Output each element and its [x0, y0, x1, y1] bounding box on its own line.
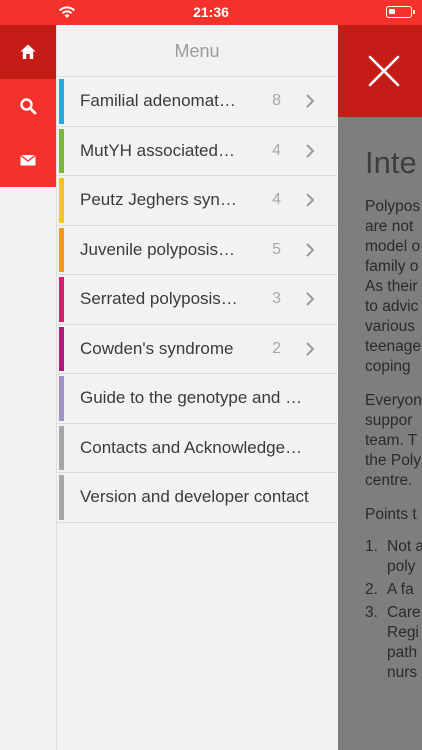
- menu-item[interactable]: Peutz Jeghers syn… 4: [57, 176, 337, 226]
- paragraph-line: Everyon: [365, 392, 422, 409]
- menu-item-count: 3: [272, 290, 281, 308]
- menu-item-color-stripe: [59, 277, 64, 322]
- content-panel: Inte Polypos are not model o family o As the…: [338, 25, 422, 750]
- menu-item-color-stripe: [59, 178, 64, 223]
- point-item: 3. Care Regi path nurs: [365, 603, 422, 683]
- paragraph-line: model o: [365, 238, 421, 255]
- menu-item-count: 5: [272, 240, 281, 258]
- paragraph-line: centre.: [365, 472, 413, 489]
- menu-item-color-stripe: [59, 128, 64, 173]
- menu-item-label: Cowden's syndrome: [80, 338, 234, 358]
- search-icon: [20, 98, 37, 115]
- chevron-right-icon: [306, 292, 315, 306]
- paragraph-line: the Poly: [365, 452, 422, 469]
- point-number: 3.: [365, 604, 378, 621]
- menu-item-color-stripe: [59, 376, 64, 421]
- home-button[interactable]: [0, 25, 56, 79]
- search-button[interactable]: [0, 79, 56, 133]
- paragraph-line: team. T: [365, 432, 418, 449]
- paragraph-line: teenage: [365, 338, 422, 355]
- content-header: [338, 25, 422, 117]
- point-number: 2.: [365, 581, 378, 598]
- paragraph-line: family o: [365, 258, 419, 275]
- chevron-right-icon: [306, 243, 315, 257]
- mail-button[interactable]: [0, 133, 56, 187]
- point-text: poly: [387, 558, 416, 575]
- menu-item-color-stripe: [59, 227, 64, 272]
- menu-item-label: Contacts and Acknowledge…: [80, 437, 303, 457]
- content-body: Inte Polypos are not model o family o As the…: [365, 145, 422, 686]
- paragraph-line: As their: [365, 278, 418, 295]
- menu-item[interactable]: MutYH associated… 4: [57, 127, 337, 176]
- menu-item-label: Juvenile polyposis…: [80, 239, 235, 259]
- menu-item-label: Familial adenomat…: [80, 91, 236, 111]
- close-icon[interactable]: [368, 55, 400, 87]
- home-icon: [20, 44, 36, 59]
- menu-item[interactable]: Juvenile polyposis… 5: [57, 226, 337, 275]
- menu-item-label: Version and developer contact: [80, 487, 309, 507]
- menu-item-count: 2: [272, 339, 281, 357]
- menu-item-color-stripe: [59, 425, 64, 470]
- menu-item[interactable]: Cowden's syndrome 2: [57, 325, 337, 374]
- content-paragraph-2: Everyon suppor team. T the Poly centre.: [365, 391, 422, 491]
- content-heading: Inte: [365, 145, 417, 180]
- menu-item[interactable]: Serrated polyposis… 3: [57, 275, 337, 325]
- menu-title: Menu: [57, 25, 337, 77]
- menu-item[interactable]: Guide to the genotype and …: [57, 374, 337, 424]
- point-text: Regi: [387, 624, 419, 641]
- menu-item-count: 4: [272, 191, 281, 209]
- menu-item-count: 8: [272, 92, 281, 110]
- paragraph-line: to advic: [365, 298, 419, 315]
- menu-item-count: 4: [272, 141, 281, 159]
- paragraph-line: are not: [365, 218, 414, 235]
- point-text: nurs: [387, 664, 418, 681]
- menu-item[interactable]: Contacts and Acknowledge…: [57, 424, 337, 473]
- menu-item-label: Guide to the genotype and …: [80, 388, 303, 408]
- point-item: 2. A fa: [365, 580, 422, 600]
- menu-item-color-stripe: [59, 475, 64, 520]
- menu-item[interactable]: Version and developer contact: [57, 473, 337, 523]
- point-number: 1.: [365, 538, 378, 555]
- chevron-right-icon: [306, 144, 315, 158]
- paragraph-line: various: [365, 318, 415, 335]
- icon-rail: [0, 25, 56, 750]
- menu-item-label: MutYH associated…: [80, 140, 235, 160]
- paragraph-line: Polypos: [365, 198, 421, 215]
- menu-item-color-stripe: [59, 326, 64, 371]
- content-paragraph-1: Polypos are not model o family o As their to …: [365, 197, 422, 377]
- points-intro: Points t: [365, 506, 417, 523]
- paragraph-line: coping: [365, 358, 411, 375]
- point-text: path: [387, 644, 418, 661]
- points-list: 1. Not a poly 2. A fa 3. Care Regi path nurs: [365, 537, 422, 683]
- mail-icon: [20, 154, 36, 166]
- point-item: 1. Not a poly: [365, 537, 422, 577]
- paragraph-line: suppor: [365, 412, 413, 429]
- battery-icon: [386, 6, 415, 18]
- chevron-right-icon: [306, 342, 315, 356]
- menu-item-label: Peutz Jeghers syn…: [80, 190, 237, 210]
- chevron-right-icon: [306, 193, 315, 207]
- menu-list: Familial adenomat… 8 MutYH associated… 4 Peu…: [57, 77, 337, 523]
- menu-item[interactable]: Familial adenomat… 8: [57, 77, 337, 127]
- status-time: 21:36: [193, 4, 229, 20]
- status-bar: 21:36: [0, 0, 422, 25]
- menu-item-color-stripe: [59, 79, 64, 124]
- menu-item-label: Serrated polyposis…: [80, 289, 238, 309]
- menu-panel: Menu Familial adenomat… 8 MutYH associated…: [56, 25, 337, 750]
- chevron-right-icon: [306, 94, 315, 108]
